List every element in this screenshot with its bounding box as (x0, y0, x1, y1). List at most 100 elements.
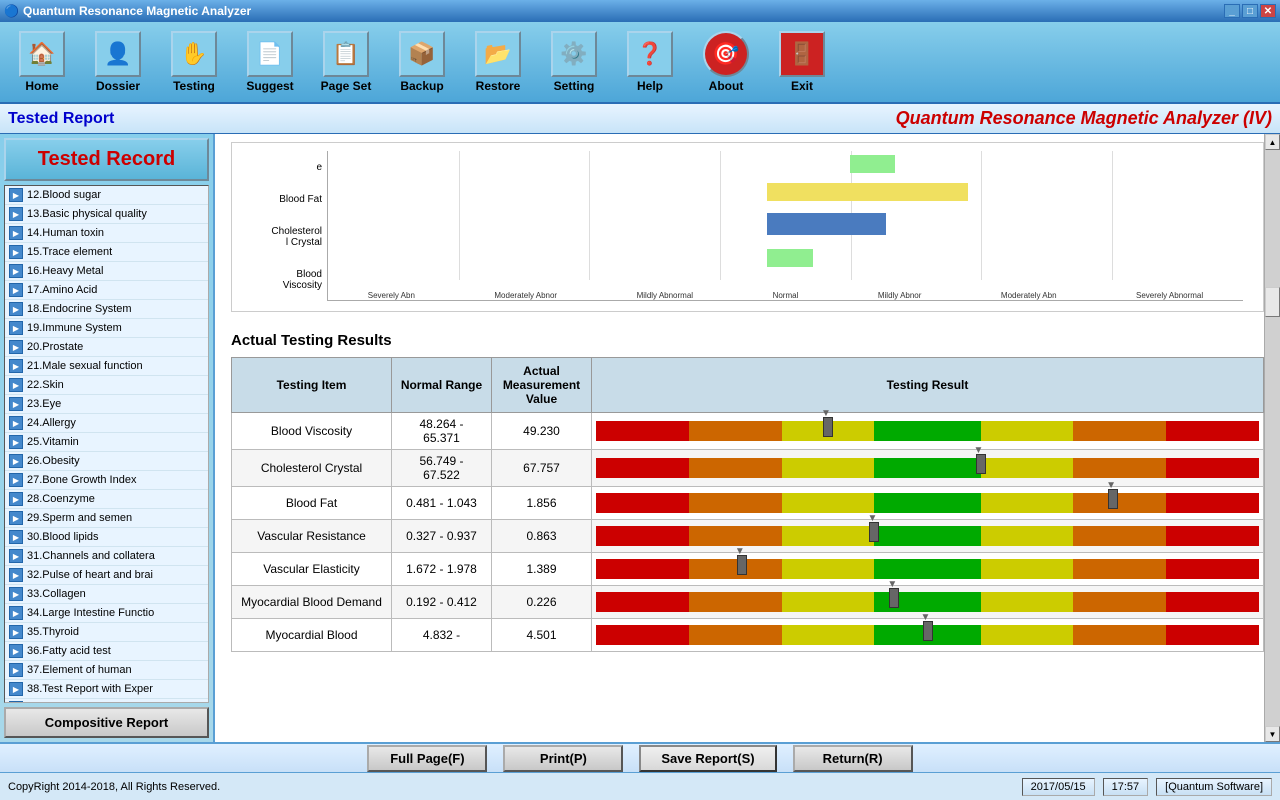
chart-bar-bloodfat (767, 183, 968, 201)
scroll-up-arrow[interactable]: ▲ (1265, 134, 1280, 150)
bar-indicator (976, 454, 986, 474)
toolbar: 🏠 Home 👤 Dossier ✋ Testing 📄 Suggest 📋 P… (0, 22, 1280, 104)
maximize-button[interactable]: □ (1242, 4, 1258, 18)
sidebar-item-14[interactable]: ▶14.Human toxin (5, 224, 208, 243)
close-button[interactable]: ✕ (1260, 4, 1276, 18)
backup-icon: 📦 (399, 31, 445, 77)
sidebar-item-27[interactable]: ▶27.Bone Growth Index (5, 471, 208, 490)
bar-indicator (823, 417, 833, 437)
sidebar-item-icon-17: ▶ (9, 283, 23, 297)
bar-seg-6 (1073, 458, 1166, 478)
sidebar-item-icon-14: ▶ (9, 226, 23, 240)
sidebar-item-29[interactable]: ▶29.Sperm and semen (5, 509, 208, 528)
save-report-button[interactable]: Save Report(S) (639, 745, 776, 772)
toolbar-setting[interactable]: ⚙️ Setting (540, 31, 608, 93)
sidebar-item-23[interactable]: ▶23.Eye (5, 395, 208, 414)
compositive-report-button[interactable]: Compositive Report (4, 707, 209, 738)
bar-seg-5 (981, 592, 1074, 612)
sidebar-item-36[interactable]: ▶36.Fatty acid test (5, 642, 208, 661)
sidebar-item-icon-20: ▶ (9, 340, 23, 354)
chart-bar-cholesterol (767, 213, 886, 235)
scroll-down-arrow[interactable]: ▼ (1265, 726, 1280, 742)
sidebar-item-icon-37: ▶ (9, 663, 23, 677)
toolbar-backup[interactable]: 📦 Backup (388, 31, 456, 93)
sidebar-item-35[interactable]: ▶35.Thyroid (5, 623, 208, 642)
bar-indicator (923, 621, 933, 641)
main-content: Tested Record ▶12.Blood sugar▶13.Basic p… (0, 134, 1280, 742)
sidebar: Tested Record ▶12.Blood sugar▶13.Basic p… (0, 134, 215, 742)
header-bar: Tested Report Quantum Resonance Magnetic… (0, 104, 1280, 134)
sidebar-item-32[interactable]: ▶32.Pulse of heart and brai (5, 566, 208, 585)
sidebar-item-17[interactable]: ▶17.Amino Acid (5, 281, 208, 300)
cell-result (592, 520, 1264, 553)
bar-seg-7 (1166, 625, 1259, 645)
status-right: 2017/05/15 17:57 [Quantum Software] (1022, 778, 1272, 796)
bar-track (596, 421, 1259, 441)
toolbar-suggest[interactable]: 📄 Suggest (236, 31, 304, 93)
bar-seg-1 (596, 458, 689, 478)
sidebar-item-31[interactable]: ▶31.Channels and collatera (5, 547, 208, 566)
toolbar-dossier[interactable]: 👤 Dossier (84, 31, 152, 93)
table-row: Myocardial Blood 4.832 - 4.501 (232, 619, 1264, 652)
bar-seg-2 (689, 458, 782, 478)
sidebar-item-30[interactable]: ▶30.Blood lipids (5, 528, 208, 547)
sidebar-item-37[interactable]: ▶37.Element of human (5, 661, 208, 680)
status-date: 2017/05/15 (1022, 778, 1095, 796)
toolbar-exit[interactable]: 🚪 Exit (768, 31, 836, 93)
sidebar-item-18[interactable]: ▶18.Endocrine System (5, 300, 208, 319)
bar-seg-5 (981, 493, 1074, 513)
sidebar-list[interactable]: ▶12.Blood sugar▶13.Basic physical qualit… (4, 185, 209, 703)
content-scrollbar[interactable]: ▲ ▼ (1264, 134, 1280, 742)
sidebar-item-33[interactable]: ▶33.Collagen (5, 585, 208, 604)
print-button[interactable]: Print(P) (503, 745, 623, 772)
sidebar-item-26[interactable]: ▶26.Obesity (5, 452, 208, 471)
bar-track (596, 458, 1259, 478)
sidebar-item-22[interactable]: ▶22.Skin (5, 376, 208, 395)
sidebar-item-38[interactable]: ▶38.Test Report with Exper (5, 680, 208, 699)
content-scroll[interactable]: e Blood Fat Cholesteroll Crystal BloodVi… (215, 134, 1280, 742)
sidebar-item-15[interactable]: ▶15.Trace element (5, 243, 208, 262)
sidebar-item-39[interactable]: ▶39.Manual Test Report (5, 699, 208, 703)
toolbar-restore[interactable]: 📂 Restore (464, 31, 532, 93)
sidebar-item-20[interactable]: ▶20.Prostate (5, 338, 208, 357)
cell-range: 48.264 - 65.371 (392, 413, 492, 450)
result-bar-cell (596, 621, 1259, 649)
scroll-thumb[interactable] (1265, 287, 1280, 317)
chart-container: e Blood Fat Cholesteroll Crystal BloodVi… (231, 142, 1264, 312)
full-page-button[interactable]: Full Page(F) (367, 745, 487, 772)
sidebar-item-21[interactable]: ▶21.Male sexual function (5, 357, 208, 376)
sidebar-item-25[interactable]: ▶25.Vitamin (5, 433, 208, 452)
grid-line-5 (981, 151, 982, 280)
toolbar-about[interactable]: 🎯 About (692, 31, 760, 93)
window-icon: 🔵 (4, 4, 19, 18)
sidebar-item-icon-25: ▶ (9, 435, 23, 449)
sidebar-item-34[interactable]: ▶34.Large Intestine Functio (5, 604, 208, 623)
toolbar-setting-label: Setting (554, 79, 595, 93)
sidebar-item-12[interactable]: ▶12.Blood sugar (5, 186, 208, 205)
toolbar-testing[interactable]: ✋ Testing (160, 31, 228, 93)
bar-track (596, 493, 1259, 513)
sidebar-item-icon-32: ▶ (9, 568, 23, 582)
toolbar-page-set[interactable]: 📋 Page Set (312, 31, 380, 93)
scroll-track (1265, 150, 1280, 287)
minimize-button[interactable]: _ (1224, 4, 1240, 18)
sidebar-item-24[interactable]: ▶24.Allergy (5, 414, 208, 433)
toolbar-about-label: About (709, 79, 744, 93)
bar-seg-6 (1073, 526, 1166, 546)
bar-track (596, 526, 1259, 546)
sidebar-item-16[interactable]: ▶16.Heavy Metal (5, 262, 208, 281)
bar-track (596, 559, 1259, 579)
cell-value: 4.501 (492, 619, 592, 652)
sidebar-item-icon-19: ▶ (9, 321, 23, 335)
results-table: Testing Item Normal Range Actual Measure… (231, 357, 1264, 652)
sidebar-item-13[interactable]: ▶13.Basic physical quality (5, 205, 208, 224)
toolbar-help[interactable]: ❓ Help (616, 31, 684, 93)
result-bar-cell (596, 555, 1259, 583)
toolbar-home[interactable]: 🏠 Home (8, 31, 76, 93)
toolbar-suggest-label: Suggest (246, 79, 293, 93)
table-row: Myocardial Blood Demand 0.192 - 0.412 0.… (232, 586, 1264, 619)
return-button[interactable]: Return(R) (793, 745, 913, 772)
sidebar-item-19[interactable]: ▶19.Immune System (5, 319, 208, 338)
sidebar-item-28[interactable]: ▶28.Coenzyme (5, 490, 208, 509)
sidebar-item-icon-30: ▶ (9, 530, 23, 544)
